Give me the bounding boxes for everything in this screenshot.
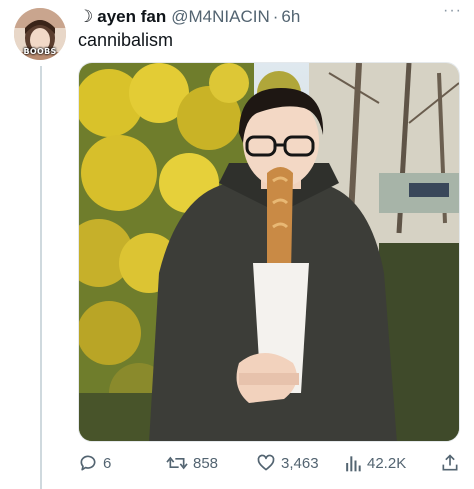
retweet-icon	[166, 456, 188, 470]
analytics-icon	[346, 456, 361, 472]
thread-line	[40, 66, 42, 489]
tweet-header: ☽ ayen fan @M4NIACIN · 6h	[78, 6, 460, 28]
retweet-count: 858	[193, 454, 219, 472]
reply-count: 6	[103, 454, 112, 472]
timestamp[interactable]: 6h	[281, 7, 300, 27]
reply-icon	[80, 455, 96, 471]
avatar[interactable]: BOOBS	[14, 8, 66, 60]
user-handle[interactable]: @M4NIACIN	[171, 7, 270, 27]
views-button[interactable]: 42.2K	[344, 452, 406, 474]
heart-icon	[257, 454, 275, 471]
more-options-button[interactable]: ···	[443, 2, 462, 20]
name-prefix-symbol: ☽	[78, 7, 94, 26]
views-count: 42.2K	[367, 454, 407, 472]
share-button[interactable]	[440, 452, 465, 474]
photo-image	[79, 63, 459, 441]
tweet-photo[interactable]	[78, 62, 460, 442]
retweet-button[interactable]: 858	[166, 452, 218, 474]
reply-button[interactable]: 6	[78, 452, 111, 474]
display-name[interactable]: ayen fan	[97, 7, 166, 27]
avatar-caption: BOOBS	[23, 47, 57, 56]
like-button[interactable]: 3,463	[256, 452, 319, 474]
tweet-actions: 6 858 3,463 42.2K	[78, 452, 460, 474]
separator-dot: ·	[272, 7, 279, 26]
tweet-text: cannibalism	[78, 30, 174, 50]
like-count: 3,463	[281, 454, 319, 472]
share-icon	[442, 454, 458, 471]
